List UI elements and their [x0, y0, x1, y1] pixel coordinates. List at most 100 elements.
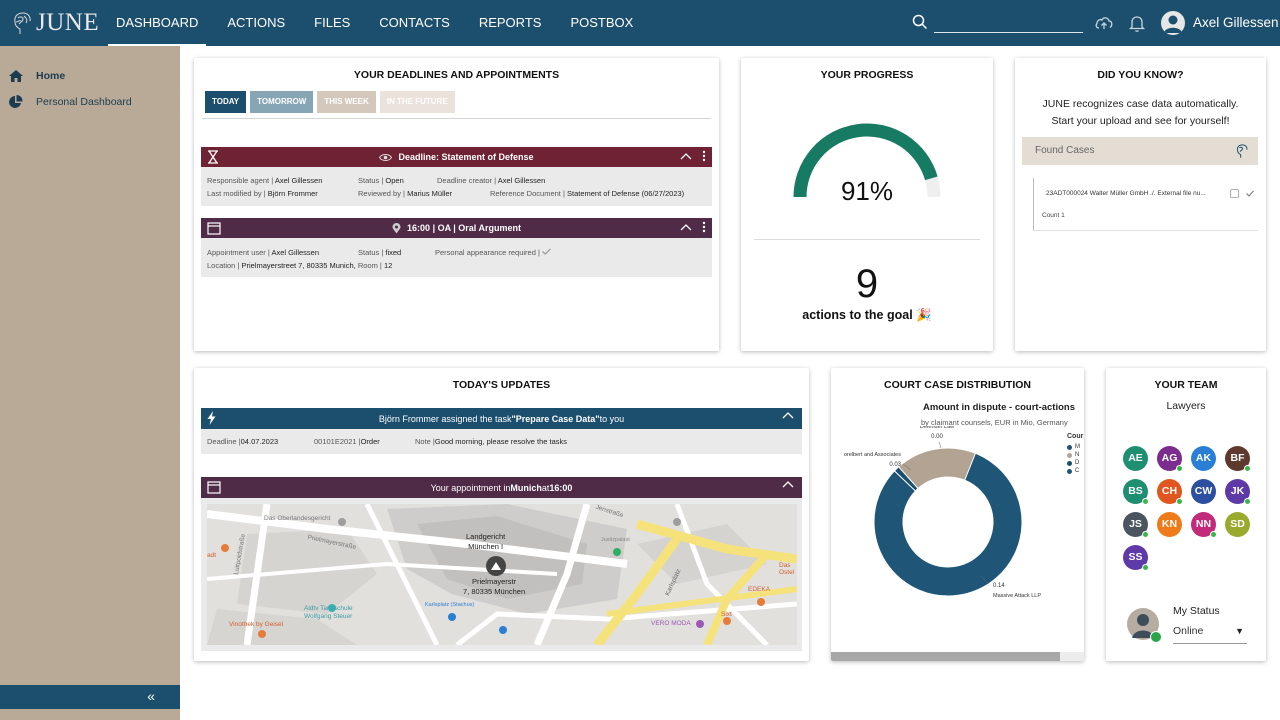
user-name[interactable]: Axel Gillessen: [1193, 15, 1279, 30]
checkbox-icon[interactable]: [1230, 189, 1239, 198]
map-label: Justizpalast: [601, 537, 630, 543]
map-label: Aldtv Tanzschule Wolfgang Steuer: [304, 605, 353, 620]
nav-contacts[interactable]: CONTACTS: [371, 0, 458, 46]
refdoc-field: Reference Document | Statement of Defens…: [490, 189, 685, 198]
deadlines-card: YOUR DEADLINES AND APPOINTMENTS TODAY TO…: [194, 58, 719, 351]
chevron-up-icon[interactable]: [680, 223, 692, 231]
team-member-avatar[interactable]: BF: [1225, 446, 1251, 472]
team-member-initials: CH: [1161, 485, 1178, 497]
scrollbar-thumb[interactable]: [831, 652, 1060, 661]
legend-entry[interactable]: C: [1067, 467, 1080, 475]
team-member-avatar[interactable]: SS: [1123, 545, 1149, 571]
map-court-label: Landgericht München I: [466, 532, 506, 551]
june-logo[interactable]: JUNE: [12, 6, 99, 40]
legend-entry[interactable]: N: [1067, 451, 1080, 459]
status-field: Status | Open: [358, 176, 404, 185]
nav-actions[interactable]: ACTIONS: [219, 0, 293, 46]
legend-label: M: [1075, 444, 1080, 450]
online-status-icon: [1150, 631, 1162, 643]
deadline-title: Deadline: Statement of Defense: [398, 152, 534, 162]
appointment-user-field: Appointment user | Axel Gillessen: [207, 248, 320, 257]
nav-files[interactable]: FILES: [306, 0, 358, 46]
legend-label: D: [1075, 460, 1080, 466]
map[interactable]: Landgericht München I Prielmayerstr 7, 803…: [207, 504, 797, 645]
team-member-initials: SD: [1230, 518, 1245, 530]
calendar-icon: [207, 481, 221, 494]
legend-label: C: [1075, 468, 1080, 474]
team-member-avatar[interactable]: BS: [1123, 479, 1149, 505]
my-avatar[interactable]: [1127, 608, 1162, 643]
map-label: Das Oberlandesgericht: [264, 515, 331, 522]
location-pin-icon: [392, 222, 401, 233]
sidebar-item-home[interactable]: Home: [8, 69, 65, 83]
team-member-avatar[interactable]: KN: [1157, 512, 1182, 537]
chevron-up-icon[interactable]: [782, 411, 794, 419]
chevron-up-icon[interactable]: [680, 152, 692, 160]
bell-icon[interactable]: [1127, 13, 1147, 33]
top-bar: JUNE DASHBOARD ACTIONS FILES CONTACTS RE…: [0, 0, 1280, 46]
my-status-label: My Status: [1173, 605, 1220, 617]
case-item[interactable]: 23ADT000024 Walter Müller GmbH ./. Exter…: [1046, 190, 1206, 197]
chart-legend: MNDC: [1067, 443, 1080, 475]
user-avatar[interactable]: [1161, 11, 1185, 35]
team-member-avatar[interactable]: AG: [1157, 446, 1183, 472]
team-member-avatar[interactable]: JK: [1225, 479, 1251, 505]
donut-value-label: 0.14: [993, 583, 1005, 589]
chevron-up-icon[interactable]: [782, 480, 794, 488]
calendar-icon: [207, 222, 221, 235]
case-count: Count 1: [1042, 212, 1065, 219]
appointment-header[interactable]: 16:00 | OA | Oral Argument: [201, 218, 712, 238]
team-member-initials: SS: [1128, 551, 1143, 563]
check-icon[interactable]: [1246, 190, 1254, 197]
tab-in-the-future[interactable]: IN THE FUTURE: [379, 91, 455, 113]
online-status-icon: [1142, 564, 1149, 571]
cloud-upload-icon[interactable]: [1094, 13, 1114, 33]
kebab-menu-icon[interactable]: [702, 150, 706, 162]
online-status-icon: [1176, 465, 1183, 472]
legend-entry[interactable]: D: [1067, 459, 1080, 467]
tabs-divider: [202, 118, 711, 119]
team-member-avatar[interactable]: CW: [1191, 479, 1216, 504]
appointment-title: 16:00 | OA | Oral Argument: [407, 223, 521, 233]
tab-tomorrow[interactable]: TOMORROW: [250, 91, 314, 113]
nav-reports[interactable]: REPORTS: [471, 0, 550, 46]
team-member-avatar[interactable]: CH: [1157, 479, 1183, 505]
tab-today[interactable]: TODAY: [205, 91, 247, 113]
map-label: VERO MODA: [651, 620, 691, 627]
search-input[interactable]: [934, 14, 1083, 33]
deadline-header[interactable]: Deadline: Statement of Defense: [201, 147, 712, 167]
donut-category-label: Defender Law: [920, 426, 954, 430]
nav-dashboard[interactable]: DASHBOARD: [108, 0, 207, 46]
progress-percent: 91%: [840, 176, 894, 206]
online-status-icon: [1244, 498, 1251, 505]
team-member-avatar[interactable]: JS: [1123, 512, 1149, 538]
team-member-avatar[interactable]: SD: [1225, 512, 1250, 537]
appointment-update-header[interactable]: Your appointment in Munich at 16:00: [201, 477, 802, 498]
sidebar-collapse-button[interactable]: «: [0, 685, 180, 709]
appointment-details: Appointment user | Axel Gillessen Status…: [201, 238, 712, 277]
online-status-icon: [1142, 498, 1149, 505]
team-member-avatar[interactable]: AK: [1191, 446, 1216, 471]
tab-this-week[interactable]: THIS WEEK: [317, 91, 376, 113]
status-select[interactable]: Online ▼: [1173, 622, 1247, 644]
found-cases-list: 23ADT000024 Walter Müller GmbH ./. Exter…: [1033, 178, 1258, 231]
team-member-avatar[interactable]: AE: [1123, 446, 1148, 471]
team-subtitle: Lawyers: [1166, 400, 1206, 412]
team-member-avatar[interactable]: NN: [1191, 512, 1217, 538]
check-icon: [542, 248, 551, 255]
sidebar-item-label: Personal Dashboard: [36, 96, 132, 108]
donut-value-label: 0.03: [889, 462, 901, 468]
sidebar-item-personal-dashboard[interactable]: Personal Dashboard: [8, 94, 132, 110]
team-member-initials: AE: [1128, 452, 1143, 464]
nav-postbox[interactable]: POSTBOX: [562, 0, 641, 46]
legend-entry[interactable]: M: [1067, 443, 1080, 451]
task-case-field: 00101E2021 |Order: [314, 437, 380, 446]
horizontal-scrollbar[interactable]: [831, 652, 1084, 661]
task-update-header[interactable]: Björn Frommer assigned the task "Prepare…: [201, 408, 802, 429]
search-icon[interactable]: [912, 14, 928, 30]
kebab-menu-icon[interactable]: [702, 221, 706, 233]
location-field: Location | Prielmayerstreet 7, 80335 Mun…: [207, 261, 393, 270]
found-cases-header[interactable]: Found Cases: [1022, 137, 1258, 165]
appointment-status-field: Status | fixed: [358, 248, 402, 257]
progress-divider: [754, 239, 980, 240]
